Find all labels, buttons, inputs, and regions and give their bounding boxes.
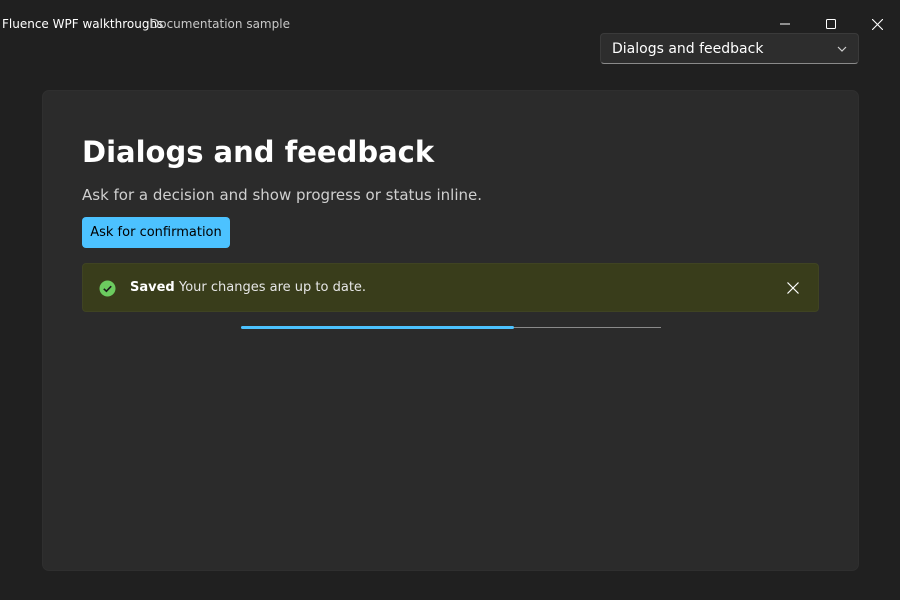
app-title: Fluence WPF walkthroughs	[2, 17, 164, 31]
page-description: Ask for a decision and show progress or …	[82, 186, 483, 204]
maximize-icon	[826, 19, 836, 29]
close-icon	[787, 282, 799, 294]
page-selector-dropdown[interactable]: Dialogs and feedback	[600, 33, 859, 64]
app-subtitle: Documentation sample	[150, 17, 290, 31]
ask-for-confirmation-button[interactable]: Ask for confirmation	[82, 217, 230, 248]
infobar-title: Saved	[130, 280, 175, 295]
content-card: Dialogs and feedback Ask for a decision …	[42, 90, 859, 571]
minimize-icon	[780, 23, 790, 25]
infobar-close-button[interactable]	[781, 276, 805, 300]
title-bar: Fluence WPF walkthroughs Documentation s…	[0, 0, 900, 64]
progress-bar	[241, 326, 661, 329]
close-icon	[871, 18, 883, 30]
progress-bar-fill	[241, 326, 514, 329]
chevron-down-icon	[837, 46, 847, 52]
infobar-message: Your changes are up to date.	[179, 280, 367, 295]
page-selector-value: Dialogs and feedback	[612, 40, 764, 57]
check-circle-icon	[99, 280, 116, 297]
page-title: Dialogs and feedback	[82, 135, 435, 169]
status-infobar: Saved Your changes are up to date.	[82, 263, 819, 312]
close-window-button[interactable]	[854, 8, 900, 40]
